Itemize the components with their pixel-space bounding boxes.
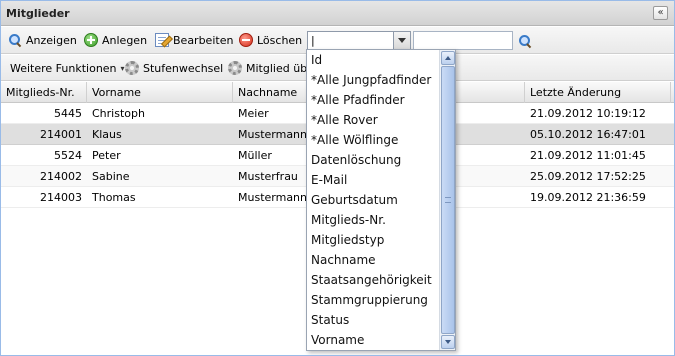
search-icon[interactable] [518,34,532,48]
cell-vorname: Klaus [92,128,122,141]
stufenwechsel-button[interactable]: Stufenwechsel [125,60,223,76]
dropdown-option[interactable]: *Alle Pfadfinder [307,90,440,110]
edit-icon [155,33,169,47]
scroll-up-icon[interactable] [441,51,455,65]
cell-vorname: Thomas [92,191,136,204]
panel-title: Mitglieder [6,7,70,20]
cell-letzte-aenderung: 19.09.2012 21:36:59 [530,191,646,204]
cell-letzte-aenderung: 21.09.2012 11:01:45 [530,149,646,162]
dropdown-option[interactable]: Status [307,310,440,330]
bearbeiten-label: Bearbeiten [173,33,234,47]
anzeigen-label: Anzeigen [26,33,77,47]
dropdown-option[interactable]: Geburtsdatum [307,190,440,210]
weitere-funktionen-button[interactable]: Weitere Funktionen ▾ [7,60,125,76]
cell-vorname: Sabine [92,170,130,183]
dropdown-option[interactable]: Mitgliedstyp [307,230,440,250]
dropdown-option[interactable]: Nachname [307,250,440,270]
dropdown-option[interactable]: *Alle Jungpfadfinder [307,70,440,90]
scroll-down-icon[interactable] [441,335,455,349]
dropdown-option[interactable]: Datenlöschung [307,150,440,170]
dropdown-option[interactable]: Staatsangehörigkeit [307,270,440,290]
collapse-button[interactable]: « [653,6,668,20]
filter-field-dropdown: Id *Alle Jungpfadfinder *Alle Pfadfinder… [306,49,456,351]
dropdown-option[interactable]: Stammgruppierung [307,290,440,310]
gear-icon [125,61,139,75]
cell-mitglieds-nr: 214002 [40,170,82,183]
cell-vorname: Christoph [92,107,145,120]
grip-icon [445,197,451,203]
dropdown-option[interactable]: *Alle Rover [307,110,440,130]
loeschen-label: Löschen [257,33,303,47]
panel-header: Mitglieder « [1,1,674,26]
cell-mitglieds-nr: 214001 [40,128,82,141]
mitglied-ueber-button[interactable]: Mitglied über [228,60,318,76]
anzeigen-button[interactable]: Anzeigen [8,32,77,48]
search-input[interactable] [413,31,513,50]
anlegen-button[interactable]: Anlegen [84,32,147,48]
cell-mitglieds-nr: 5445 [54,107,82,120]
cell-vorname: Peter [92,149,121,162]
dropdown-option[interactable]: E-Mail [307,170,440,190]
cell-mitglieds-nr: 5524 [54,149,82,162]
search-icon [8,33,22,47]
dropdown-option[interactable]: Id [307,50,440,70]
add-icon [84,33,98,47]
delete-icon [239,33,253,47]
weitere-funktionen-label: Weitere Funktionen [10,61,117,75]
bearbeiten-button[interactable]: Bearbeiten [155,32,233,48]
dropdown-scrollbar[interactable] [439,50,455,350]
filter-field-combo[interactable]: | [307,31,411,50]
column-header-mitglieds-nr[interactable]: Mitglieds-Nr. [1,82,87,103]
dropdown-option[interactable]: *Alle Wölflinge [307,130,440,150]
column-header-vorname[interactable]: Vorname [87,82,233,103]
filter-field-value: | [311,34,315,47]
scroll-thumb[interactable] [441,66,455,334]
loeschen-button[interactable]: Löschen [239,32,302,48]
cell-letzte-aenderung: 21.09.2012 10:19:12 [530,107,646,120]
anlegen-label: Anlegen [102,33,148,47]
column-header-letzte-aenderung[interactable]: Letzte Änderung [525,82,671,103]
mitglieder-panel: Mitglieder « Anzeigen Anlegen Bearbeiten… [0,0,675,356]
stufenwechsel-label: Stufenwechsel [143,61,224,75]
caret-down-icon: ▾ [120,63,125,73]
dropdown-option[interactable]: Vorname [307,330,440,350]
chevron-down-icon[interactable] [393,32,410,49]
column-header-hidden[interactable] [453,82,525,103]
dropdown-option[interactable]: Mitglieds-Nr. [307,210,440,230]
cell-letzte-aenderung: 25.09.2012 17:52:25 [530,170,646,183]
cell-letzte-aenderung: 05.10.2012 16:47:01 [530,128,646,141]
cell-mitglieds-nr: 214003 [40,191,82,204]
gear-icon [228,61,242,75]
